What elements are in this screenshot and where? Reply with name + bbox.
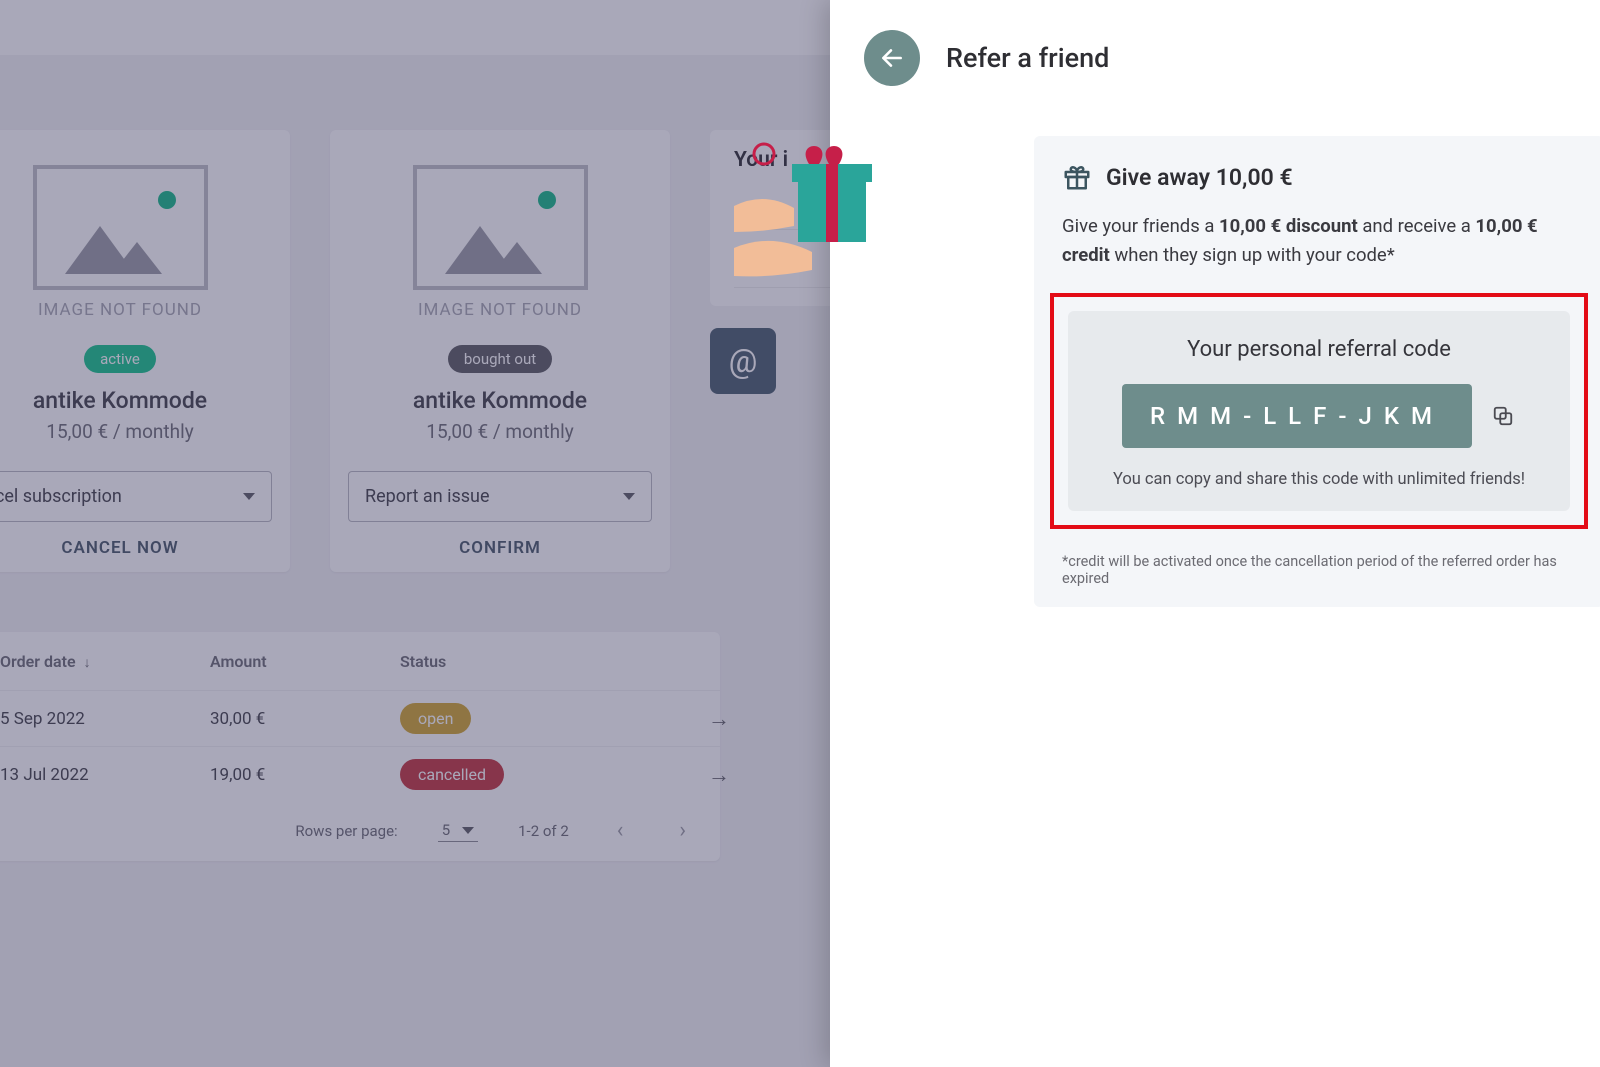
status-badge: open xyxy=(400,703,471,734)
arrow-right-icon[interactable]: → xyxy=(708,762,730,788)
arrow-right-icon[interactable]: → xyxy=(708,706,730,732)
table-row[interactable]: 13 Jul 2022 19,00 € cancelled → xyxy=(0,746,720,802)
refer-friend-panel: Refer a friend xyxy=(830,0,1600,1067)
chevron-down-icon xyxy=(243,493,255,500)
orders-header-amount[interactable]: Amount xyxy=(210,652,400,671)
subscription-card: IMAGE NOT FOUND active antike Kommode 15… xyxy=(0,130,290,572)
status-badge: bought out xyxy=(448,345,552,373)
sort-down-icon: ↓ xyxy=(84,655,91,671)
promo-footnote: *credit will be activated once the cance… xyxy=(1062,553,1576,587)
next-page-button[interactable]: › xyxy=(671,818,694,843)
promo-heading: Give away 10,00 € xyxy=(1106,164,1293,191)
referral-code[interactable]: RMM-LLF-JKM xyxy=(1122,384,1472,448)
image-not-found-label: IMAGE NOT FOUND xyxy=(410,300,590,320)
back-button[interactable] xyxy=(864,30,920,86)
image-not-found-label: IMAGE NOT FOUND xyxy=(30,300,210,320)
rows-per-page-label: Rows per page: xyxy=(295,822,397,840)
action-select[interactable]: Report an issue xyxy=(348,471,652,522)
card-price: 15,00 € / monthly xyxy=(46,420,193,443)
rows-per-page-select[interactable]: 5 xyxy=(438,819,478,842)
gift-icon xyxy=(1062,162,1092,192)
status-badge: cancelled xyxy=(400,759,504,790)
order-date: 13 Jul 2022 xyxy=(0,765,210,785)
status-badge: active xyxy=(84,345,156,373)
order-date: 5 Sep 2022 xyxy=(0,709,210,729)
chevron-down-icon xyxy=(462,827,474,834)
highlight-box: Your personal referral code RMM-LLF-JKM … xyxy=(1050,293,1588,529)
arrow-left-icon xyxy=(879,45,905,71)
panel-title: Refer a friend xyxy=(946,42,1109,74)
action-select-label: ncel subscription xyxy=(0,486,122,507)
action-select-label: Report an issue xyxy=(365,486,490,507)
order-amount: 30,00 € xyxy=(210,709,400,729)
promo-card: Give away 10,00 € Give your friends a 10… xyxy=(1034,136,1600,607)
chevron-down-icon xyxy=(623,493,635,500)
action-select[interactable]: ncel subscription xyxy=(0,471,272,522)
card-price: 15,00 € / monthly xyxy=(426,420,573,443)
orders-header-status[interactable]: Status xyxy=(400,652,660,671)
order-amount: 19,00 € xyxy=(210,765,400,785)
referral-code-card: Your personal referral code RMM-LLF-JKM … xyxy=(1068,311,1570,511)
card-title: antike Kommode xyxy=(413,387,587,414)
orders-footer: Rows per page: 5 1-2 of 2 ‹ › xyxy=(0,802,720,847)
image-placeholder: IMAGE NOT FOUND xyxy=(30,165,210,320)
confirm-button[interactable]: CONFIRM xyxy=(459,538,541,558)
cancel-now-button[interactable]: CANCEL NOW xyxy=(61,538,178,558)
at-icon-tile[interactable]: @ xyxy=(710,328,776,394)
pagination-range: 1-2 of 2 xyxy=(518,822,569,840)
orders-header-date[interactable]: Order date ↓ xyxy=(0,652,210,671)
referral-code-hint: You can copy and share this code with un… xyxy=(1090,470,1548,489)
orders-header: Order date ↓ Amount Status xyxy=(0,632,720,690)
table-row[interactable]: 5 Sep 2022 30,00 € open → xyxy=(0,690,720,746)
subscription-card: IMAGE NOT FOUND bought out antike Kommod… xyxy=(330,130,670,572)
copy-button[interactable] xyxy=(1490,403,1516,429)
card-title: antike Kommode xyxy=(33,387,207,414)
promo-description: Give your friends a 10,00 € discount and… xyxy=(1062,212,1576,269)
orders-table: Order date ↓ Amount Status 5 Sep 2022 30… xyxy=(0,632,720,861)
at-icon: @ xyxy=(729,342,758,380)
prev-page-button[interactable]: ‹ xyxy=(609,818,632,843)
image-placeholder: IMAGE NOT FOUND xyxy=(410,165,590,320)
copy-icon xyxy=(1492,405,1514,427)
referral-code-title: Your personal referral code xyxy=(1090,337,1548,362)
